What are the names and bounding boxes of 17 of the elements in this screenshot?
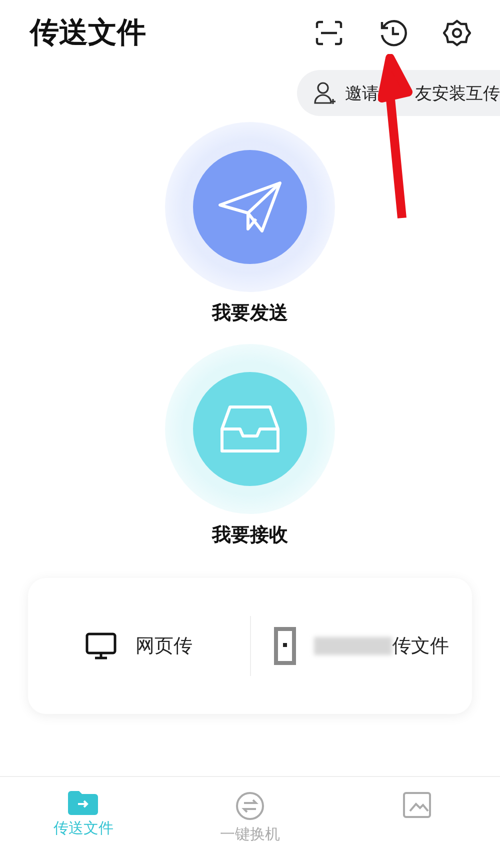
swap-icon bbox=[235, 791, 265, 821]
phone-icon bbox=[274, 627, 296, 665]
folder-icon bbox=[68, 791, 98, 815]
add-user-icon bbox=[313, 81, 337, 105]
history-button[interactable] bbox=[378, 18, 408, 48]
scan-button[interactable] bbox=[314, 18, 344, 48]
settings-button[interactable] bbox=[442, 18, 472, 48]
inbox-tray-icon bbox=[220, 404, 280, 454]
web-transfer-option[interactable]: 网页传 bbox=[28, 631, 250, 661]
invite-friends-button[interactable]: 邀请 友安装互传 bbox=[297, 70, 500, 116]
monitor-icon bbox=[85, 632, 118, 660]
action-label: 我要发送 bbox=[212, 301, 288, 326]
image-icon bbox=[402, 791, 432, 819]
action-label: 我要接收 bbox=[212, 523, 288, 548]
phone-transfer-option[interactable]: 传文件 bbox=[250, 626, 472, 666]
paper-plane-icon bbox=[218, 181, 282, 233]
page-title: 传送文件 bbox=[30, 14, 147, 51]
